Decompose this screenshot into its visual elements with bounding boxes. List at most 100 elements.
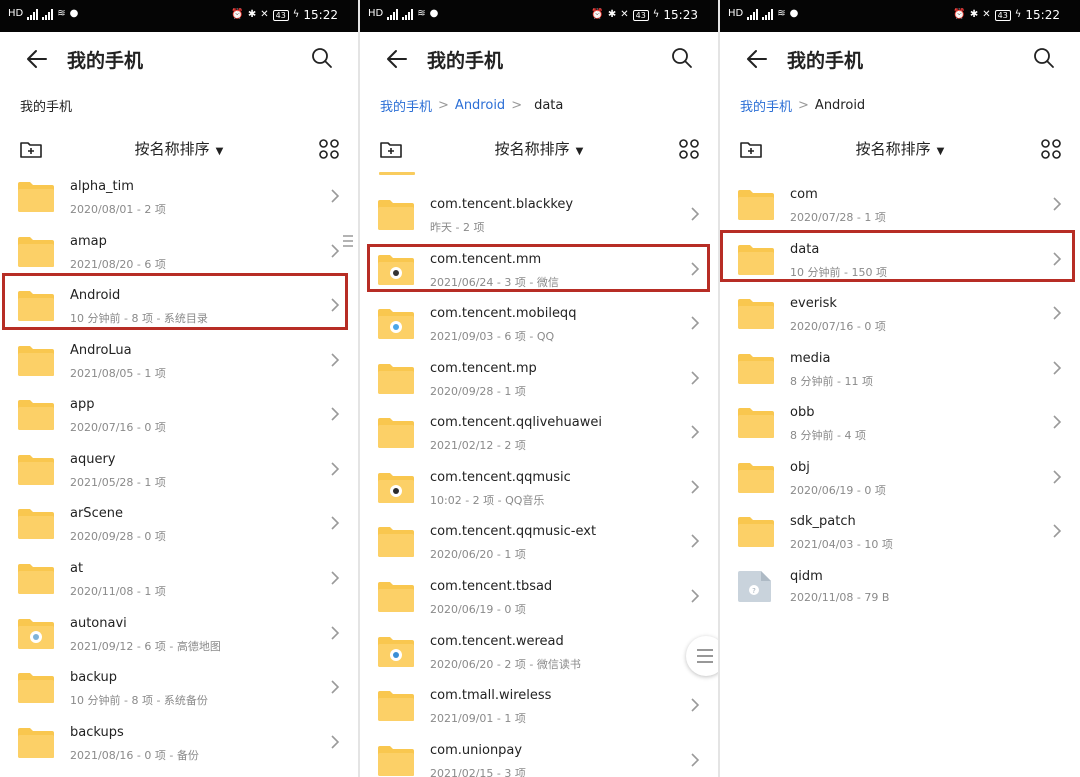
breadcrumb-my-phone[interactable]: 我的手机 [380, 96, 432, 115]
item-meta: 10 分钟前 - 8 项 - 系统目录 [70, 312, 208, 325]
list-item[interactable]: obj 2020/06/19 - 0 项 [720, 451, 1080, 505]
chevron-right-icon [691, 698, 700, 712]
list-item[interactable]: AndroLua 2021/08/05 - 1 项 [0, 334, 358, 388]
list-item-android[interactable]: Android 10 分钟前 - 8 项 - 系统目录 [0, 279, 358, 333]
status-bar: HD ≋ ● ⏰ ✱ ✕ 43 ϟ 15:22 [0, 0, 358, 32]
alarm-icon: ⏰ [953, 9, 966, 20]
charging-icon: ϟ [652, 9, 660, 20]
list-item[interactable]: com.tencent.weread 2020/06/20 - 2 项 - 微信… [360, 625, 718, 679]
grid-view-icon[interactable] [1040, 138, 1062, 160]
list-item[interactable]: com.tencent.tbsad 2020/06/19 - 0 项 [360, 570, 718, 624]
list-item[interactable]: com.tencent.mobileqq 2021/09/03 - 6 项 - … [360, 297, 718, 351]
item-name: aquery [70, 452, 116, 467]
list-item[interactable]: com.tmall.wireless 2021/09/01 - 1 项 [360, 679, 718, 733]
folder-icon [738, 354, 774, 384]
list-item[interactable]: com.tencent.qqmusic 10:02 - 2 项 - QQ音乐 [360, 461, 718, 515]
app-folder-icon [18, 619, 54, 649]
list-item-data[interactable]: data 10 分钟前 - 150 项 [720, 233, 1080, 287]
chevron-right-icon [331, 516, 340, 530]
list-item[interactable]: alpha_tim 2020/08/01 - 2 项 [0, 170, 358, 224]
item-name: com.tencent.qqmusic [430, 470, 571, 485]
item-meta: 2021/08/20 - 6 项 [70, 258, 166, 271]
page-title: 我的手机 [787, 50, 864, 72]
list-item[interactable]: backup 10 分钟前 - 8 项 - 系统备份 [0, 661, 358, 715]
chevron-right-icon [331, 680, 340, 694]
app-bar: 我的手机 [360, 36, 718, 80]
list-item[interactable]: app 2020/07/16 - 0 项 [0, 388, 358, 442]
item-meta: 10:02 - 2 项 - QQ音乐 [430, 494, 545, 507]
folder-icon [18, 728, 54, 758]
chevron-right-icon [331, 462, 340, 476]
item-meta: 2021/02/12 - 2 项 [430, 439, 526, 452]
item-meta: 昨天 - 2 项 [430, 221, 485, 234]
search-icon[interactable] [670, 46, 694, 70]
list-item[interactable]: sdk_patch 2021/04/03 - 10 项 [720, 505, 1080, 559]
chevron-right-icon: > [438, 98, 449, 113]
grid-view-icon[interactable] [318, 138, 340, 160]
folder-icon [378, 582, 414, 612]
breadcrumb: 我的手机 > Android > data [380, 96, 563, 115]
menu-lines-icon [697, 649, 713, 663]
sort-dropdown[interactable]: 按名称排序 ▼ [360, 138, 718, 159]
list-item[interactable]: obb 8 分钟前 - 4 项 [720, 396, 1080, 450]
status-bar: HD ≋ ● ⏰ ✱ ✕ 43 ϟ 15:22 [720, 0, 1080, 32]
breadcrumb-android[interactable]: Android [455, 98, 505, 113]
list-item[interactable]: amap 2021/08/20 - 6 项 [0, 225, 358, 279]
folder-icon [18, 400, 54, 430]
list-item[interactable]: everisk 2020/07/16 - 0 项 [720, 287, 1080, 341]
toolbar: 按名称排序 ▼ [720, 136, 1080, 164]
item-meta: 2021/02/15 - 3 项 [430, 767, 526, 777]
breadcrumb-my-phone[interactable]: 我的手机 [740, 96, 792, 115]
clock: 15:22 [303, 8, 338, 22]
item-name: arScene [70, 506, 123, 521]
sort-dropdown[interactable]: 按名称排序 ▼ [0, 138, 358, 159]
item-name: com.tencent.mm [430, 252, 542, 267]
mute-icon: ✕ [620, 9, 629, 20]
grid-view-icon[interactable] [678, 138, 700, 160]
scroll-handle-icon[interactable] [342, 234, 354, 248]
item-meta: 2020/07/16 - 0 项 [70, 421, 166, 434]
chevron-right-icon [331, 571, 340, 585]
list-item[interactable]: backups 2021/08/16 - 0 项 - 备份 [0, 716, 358, 770]
list-item[interactable]: autonavi 2021/09/12 - 6 项 - 高德地图 [0, 607, 358, 661]
list-item[interactable]: com.unionpay 2021/02/15 - 3 项 [360, 734, 718, 777]
wifi-icon: ≋ [57, 8, 66, 19]
item-name: Android [70, 288, 121, 303]
panel-android-data: HD ≋ ● ⏰ ✱ ✕ 43 ϟ 15:23 我的手机 我的手机 > Andr… [360, 0, 720, 777]
item-name: com.tencent.qqmusic-ext [430, 524, 597, 539]
folder-icon [18, 346, 54, 376]
list-item-wechat[interactable]: com.tencent.mm 2021/06/24 - 3 项 - 微信 [360, 243, 718, 297]
back-arrow-icon[interactable] [384, 46, 410, 72]
sort-dropdown[interactable]: 按名称排序 ▼ [720, 138, 1080, 159]
folder-icon [378, 418, 414, 448]
item-name: com.tencent.tbsad [430, 579, 553, 594]
list-item[interactable]: aquery 2021/05/28 - 1 项 [0, 443, 358, 497]
item-meta: 2020/06/19 - 0 项 [430, 603, 526, 616]
toolbar: 按名称排序 ▼ [360, 136, 718, 164]
list-item[interactable]: com.tencent.blackkey 昨天 - 2 项 [360, 188, 718, 242]
item-name: com.tencent.mp [430, 361, 537, 376]
back-arrow-icon[interactable] [24, 46, 50, 72]
bluetooth-icon: ✱ [969, 9, 979, 20]
folder-icon [738, 190, 774, 220]
search-icon[interactable] [1032, 46, 1056, 70]
list-item[interactable]: at 2020/11/08 - 1 项 [0, 552, 358, 606]
list-item[interactable]: com.tencent.qqmusic-ext 2020/06/20 - 1 项 [360, 515, 718, 569]
list-item[interactable]: arScene 2020/09/28 - 0 项 [0, 497, 358, 551]
folder-icon [378, 364, 414, 394]
folder-icon [18, 564, 54, 594]
sort-label: 按名称排序 [494, 140, 570, 158]
clock: 15:23 [663, 8, 698, 22]
list-item[interactable]: media 8 分钟前 - 11 项 [720, 342, 1080, 396]
search-icon[interactable] [310, 46, 334, 70]
list-item[interactable]: com.tencent.qqlivehuawei 2021/02/12 - 2 … [360, 406, 718, 460]
list-item[interactable]: com.tencent.mp 2020/09/28 - 1 项 [360, 352, 718, 406]
list-item[interactable]: com 2020/07/28 - 1 项 [720, 178, 1080, 232]
list-item[interactable]: ? qidm 2020/11/08 - 79 B [720, 560, 1080, 614]
chevron-right-icon [1053, 470, 1062, 484]
chevron-right-icon [331, 189, 340, 203]
back-arrow-icon[interactable] [744, 46, 770, 72]
scroll-handle-button[interactable] [686, 636, 718, 676]
alarm-icon: ⏰ [231, 9, 244, 20]
mute-icon: ✕ [982, 9, 991, 20]
